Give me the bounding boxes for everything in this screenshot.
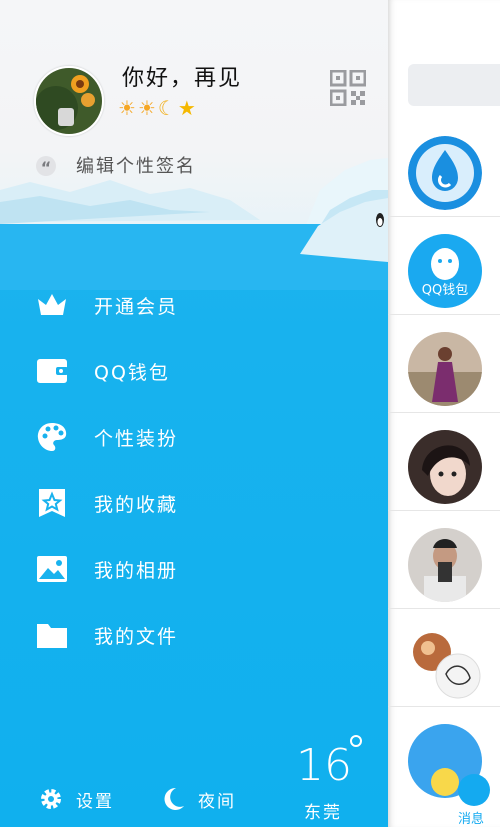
list-item[interactable] — [388, 510, 500, 609]
qq-drop-avatar — [408, 136, 482, 210]
moon-icon — [164, 787, 184, 810]
night-mode-label: 夜间 — [198, 791, 236, 812]
list-item[interactable] — [388, 608, 500, 707]
group-avatar — [408, 626, 482, 700]
menu-item-label: 我的相册 — [94, 559, 179, 582]
menu-item-album[interactable]: 我的相册 — [34, 549, 178, 589]
conversation-list-peek[interactable]: QQ钱包 消息 — [388, 0, 500, 827]
qq-wallet-avatar: QQ钱包 — [408, 234, 482, 308]
menu-item-vip[interactable]: 开通会员 — [34, 285, 178, 325]
side-drawer: 你好，再见 ☀ ☀ ☾ ★ “ 编辑个性签名 开通会员 QQ钱包 个性装扮 我的… — [0, 0, 388, 827]
night-mode-button[interactable]: 夜间 — [162, 786, 236, 812]
list-item[interactable]: QQ钱包 — [388, 216, 500, 315]
menu-item-label: QQ钱包 — [94, 361, 170, 384]
drawer-bottom-bar: 设置 夜间 — [0, 780, 388, 827]
menu-item-favorites[interactable]: 我的收藏 — [34, 483, 178, 523]
folder-icon — [34, 617, 70, 653]
contact-avatar — [408, 430, 482, 504]
wallet-avatar-label: QQ钱包 — [421, 283, 469, 298]
settings-button[interactable]: 设置 — [38, 786, 114, 812]
menu-item-label: 开通会员 — [94, 295, 179, 318]
menu-item-wallet[interactable]: QQ钱包 — [34, 351, 170, 391]
wallet-icon — [34, 353, 70, 389]
nickname[interactable]: 你好，再见 — [122, 60, 242, 92]
signature-text[interactable]: 编辑个性签名 — [76, 152, 196, 178]
messages-tab-icon[interactable] — [458, 774, 490, 806]
settings-label: 设置 — [76, 791, 114, 812]
degree-icon — [350, 735, 362, 747]
messages-tab-label[interactable]: 消息 — [458, 808, 484, 827]
moon-icon: ☾ — [157, 96, 176, 120]
menu-item-files[interactable]: 我的文件 — [34, 615, 178, 655]
contact-avatar — [408, 332, 482, 406]
level-badges[interactable]: ☀ ☀ ☾ ★ — [118, 96, 196, 120]
sun-icon: ☀ — [118, 96, 136, 120]
list-item[interactable] — [388, 118, 500, 217]
gear-icon — [41, 789, 61, 809]
contact-avatar — [408, 528, 482, 602]
quote-icon: “ — [36, 156, 56, 177]
menu-item-label: 个性装扮 — [94, 427, 179, 450]
palette-icon — [34, 419, 70, 455]
menu-item-themes[interactable]: 个性装扮 — [34, 417, 178, 457]
list-item[interactable] — [388, 412, 500, 511]
sun-icon: ☀ — [137, 96, 156, 120]
star-icon: ★ — [177, 96, 196, 120]
search-bar[interactable] — [408, 64, 500, 106]
favorites-icon — [34, 485, 70, 521]
photo-album-icon — [34, 551, 70, 587]
qr-code-icon[interactable] — [330, 70, 366, 106]
menu-item-label: 我的文件 — [94, 625, 179, 648]
user-avatar[interactable] — [34, 66, 104, 136]
menu-item-label: 我的收藏 — [94, 493, 179, 516]
list-item[interactable] — [388, 314, 500, 413]
crown-icon — [34, 287, 70, 323]
